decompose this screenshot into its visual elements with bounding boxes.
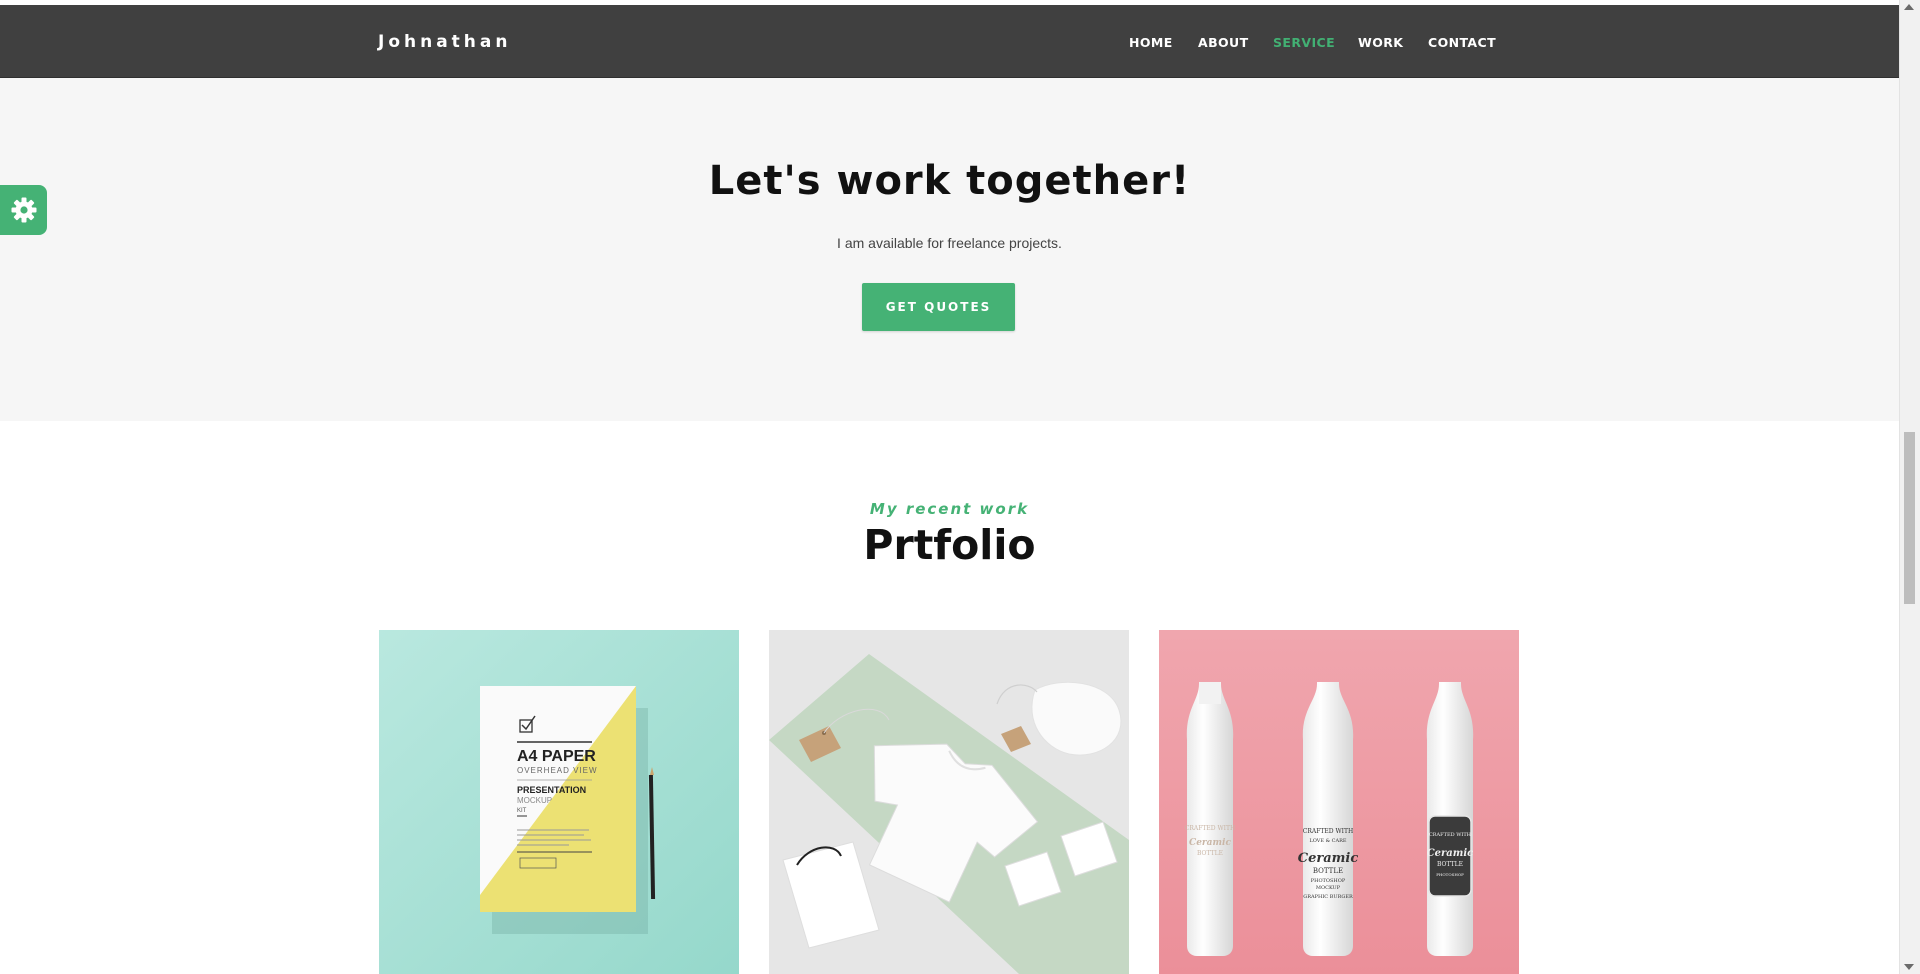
- tshirt-mockup-image: [769, 630, 1129, 974]
- bottle2-text-gfx: GRAPHIC BURGER: [1303, 894, 1353, 900]
- bottle1-text-sub: BOTTLE: [1197, 850, 1223, 857]
- bottle2-text-mockup: MOCKUP: [1316, 885, 1341, 891]
- portfolio-kicker: My recent work: [869, 500, 1030, 518]
- a4-paper-heading: PRESENTATION: [517, 785, 586, 795]
- bottle2-text-ps: PHOTOSHOP: [1311, 878, 1346, 884]
- hero-subtitle: I am available for freelance projects.: [837, 235, 1062, 251]
- hero-title: Let's work together!: [708, 158, 1191, 204]
- scroll-up-arrow-icon[interactable]: [1904, 4, 1914, 10]
- portfolio-item-tshirt[interactable]: [769, 630, 1129, 974]
- gear-icon: [11, 197, 36, 223]
- hero-section: Let's work together! I am available for …: [0, 78, 1899, 421]
- scroll-down-arrow-icon[interactable]: [1904, 964, 1914, 970]
- a4-paper-mockup-label: MOCKUP: [517, 796, 552, 805]
- bottle1-text-top: CRAFTED WITH: [1185, 825, 1235, 832]
- bottle2-text-sub: BOTTLE: [1313, 867, 1343, 875]
- get-quotes-button[interactable]: GET QUOTES: [862, 283, 1015, 331]
- ceramic-bottle-mockup-image: CRAFTED WITH Ceramic BOTTLE CRAFTED WITH…: [1159, 630, 1519, 974]
- nav-work[interactable]: WORK: [1358, 35, 1403, 50]
- bottle3-text-sub: BOTTLE: [1437, 861, 1463, 868]
- a4-paper-title: A4 PAPER: [517, 748, 596, 765]
- portfolio-item-a4-paper[interactable]: A4 PAPER OVERHEAD VIEW PRESENTATION MOCK…: [379, 630, 739, 974]
- bottle2-text-love: LOVE & CARE: [1309, 838, 1346, 844]
- nav-home[interactable]: HOME: [1129, 35, 1173, 50]
- a4-paper-subtitle: OVERHEAD VIEW: [517, 766, 598, 775]
- bottle2-text-top: CRAFTED WITH: [1303, 828, 1353, 835]
- nav-about[interactable]: ABOUT: [1198, 35, 1249, 50]
- a4-paper-kit-label: KIT: [517, 808, 527, 814]
- scrollbar-thumb[interactable]: [1904, 432, 1915, 604]
- settings-toggle[interactable]: [0, 185, 47, 235]
- nav-contact[interactable]: CONTACT: [1428, 35, 1496, 50]
- main-nav: HOME ABOUT SERVICE WORK CONTACT: [0, 35, 1899, 55]
- bottle3-text-name: Ceramic: [1427, 848, 1474, 859]
- portfolio-title: Prtfolio: [863, 521, 1036, 569]
- bottle3-text-top: CRAFTED WITH: [1429, 832, 1472, 838]
- navbar: Johnathan HOME ABOUT SERVICE WORK CONTAC…: [0, 5, 1899, 78]
- bottle1-text-name: Ceramic: [1189, 838, 1231, 848]
- a4-paper-mockup-image: A4 PAPER OVERHEAD VIEW PRESENTATION MOCK…: [379, 630, 739, 974]
- portfolio-item-bottles[interactable]: CRAFTED WITH Ceramic BOTTLE CRAFTED WITH…: [1159, 630, 1519, 974]
- nav-service[interactable]: SERVICE: [1273, 35, 1335, 50]
- bottle3-text-ps: PHOTOSHOP: [1436, 872, 1464, 877]
- bottle2-text-name: Ceramic: [1298, 851, 1359, 866]
